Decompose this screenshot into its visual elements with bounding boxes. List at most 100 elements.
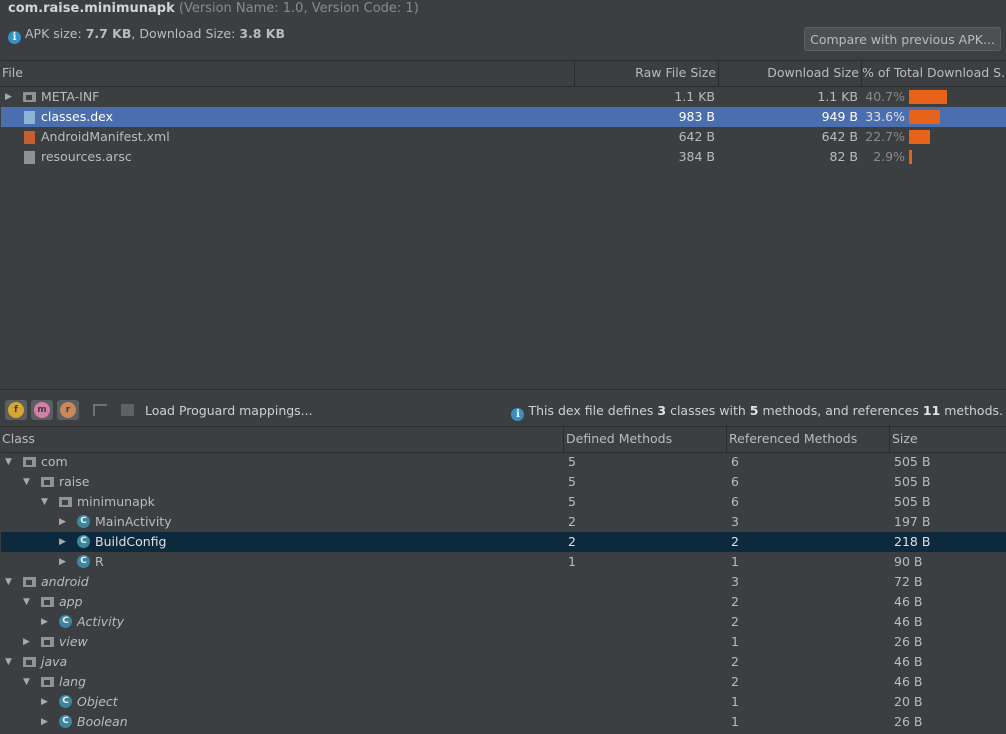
expand-arrow-icon[interactable]: ▶: [59, 512, 66, 532]
class-row[interactable]: ▼ com 5 6 505 B: [1, 452, 1006, 472]
download-size: 82 B: [829, 149, 858, 164]
show-methods-toggle[interactable]: m: [31, 400, 53, 420]
percent-value: 2.9%: [873, 149, 905, 164]
package-name: com.raise.minimunapk: [8, 1, 175, 16]
class-row[interactable]: ▼ raise 5 6 505 B: [1, 472, 1006, 492]
deobfuscate-icon[interactable]: [121, 404, 134, 416]
apk-size-value: 7.7 KB: [85, 26, 132, 41]
column-class[interactable]: Class: [1, 427, 564, 452]
class-row[interactable]: ▼ minimunapk 5 6 505 B: [1, 492, 1006, 512]
referenced-methods: 2: [731, 674, 739, 689]
class-name: MainActivity: [95, 514, 172, 529]
class-size: 26 B: [894, 634, 923, 649]
expand-arrow-icon[interactable]: ▶: [59, 552, 66, 572]
file-row[interactable]: classes.dex 983 B 949 B 33.6%: [1, 107, 1006, 127]
show-fields-toggle[interactable]: f: [5, 400, 27, 420]
defined-methods: 2: [568, 534, 576, 549]
classes-count: 3: [657, 403, 667, 418]
defined-methods: 1: [568, 554, 576, 569]
raw-file-size: 1.1 KB: [674, 89, 715, 104]
collapse-arrow-icon[interactable]: ▼: [5, 572, 12, 592]
percent-bar: [909, 130, 930, 144]
package-icon: [59, 497, 72, 507]
column-raw-size[interactable]: Raw File Size: [575, 61, 719, 86]
column-download-size[interactable]: Download Size: [719, 61, 862, 86]
collapse-arrow-icon[interactable]: ▼: [23, 672, 30, 692]
expand-arrow-icon[interactable]: ▶: [41, 712, 48, 732]
referenced-methods: 3: [731, 514, 739, 529]
file-row[interactable]: resources.arsc 384 B 82 B 2.9%: [1, 147, 1006, 167]
unknown-file-icon: [24, 151, 35, 164]
expand-arrow-icon[interactable]: ▶: [5, 87, 12, 107]
class-row[interactable]: ▶ C Boolean 1 26 B: [1, 712, 1006, 732]
column-percent-download[interactable]: % of Total Download S...: [862, 61, 1006, 86]
expand-arrow-icon[interactable]: ▶: [59, 532, 66, 552]
percent-bar: [909, 110, 940, 124]
download-size: 949 B: [821, 109, 858, 124]
class-row[interactable]: ▶ C BuildConfig 2 2 218 B: [1, 532, 1006, 552]
show-referenced-toggle[interactable]: r: [57, 400, 79, 420]
class-size: 46 B: [894, 674, 923, 689]
expand-arrow-icon[interactable]: ▶: [41, 692, 48, 712]
apk-title: com.raise.minimunapk (Version Name: 1.0,…: [8, 1, 419, 16]
info-icon: i: [8, 31, 21, 44]
file-row[interactable]: AndroidManifest.xml 642 B 642 B 22.7%: [1, 127, 1006, 147]
class-row[interactable]: ▶ C Activity 2 46 B: [1, 612, 1006, 632]
referenced-icon: r: [60, 402, 76, 418]
class-size: 90 B: [894, 554, 923, 569]
collapse-arrow-icon[interactable]: ▼: [5, 452, 12, 472]
collapse-arrow-icon[interactable]: ▼: [23, 472, 30, 492]
column-referenced-methods[interactable]: Referenced Methods: [727, 427, 890, 452]
raw-file-size: 384 B: [678, 149, 715, 164]
column-size[interactable]: Size: [890, 427, 1006, 452]
file-name: resources.arsc: [41, 149, 132, 164]
referenced-methods: 1: [731, 714, 739, 729]
show-removed-nodes-icon[interactable]: [93, 404, 107, 416]
class-name: minimunapk: [77, 494, 155, 509]
class-row[interactable]: ▶ C MainActivity 2 3 197 B: [1, 512, 1006, 532]
percent-value: 22.7%: [865, 129, 905, 144]
class-row[interactable]: ▼ lang 2 46 B: [1, 672, 1006, 692]
defined-methods: 5: [568, 454, 576, 469]
class-size: 505 B: [894, 494, 931, 509]
class-size: 46 B: [894, 654, 923, 669]
referenced-methods: 2: [731, 534, 739, 549]
class-name: java: [41, 654, 68, 669]
column-defined-methods[interactable]: Defined Methods: [564, 427, 727, 452]
package-icon: [41, 477, 54, 487]
referenced-methods: 1: [731, 554, 739, 569]
class-row[interactable]: ▶ C Object 1 20 B: [1, 692, 1006, 712]
referenced-methods: 3: [731, 574, 739, 589]
file-row[interactable]: ▶ META-INF 1.1 KB 1.1 KB 40.7%: [1, 87, 1006, 107]
class-row[interactable]: ▶ C R 1 1 90 B: [1, 552, 1006, 572]
package-icon: [41, 637, 54, 647]
class-icon: C: [77, 515, 90, 528]
info-icon: i: [511, 408, 525, 421]
class-size: 26 B: [894, 714, 923, 729]
column-file[interactable]: File: [1, 61, 575, 86]
load-proguard-button[interactable]: Load Proguard mappings...: [145, 403, 313, 418]
expand-arrow-icon[interactable]: ▶: [23, 632, 30, 652]
class-row[interactable]: ▼ android 3 72 B: [1, 572, 1006, 592]
expand-arrow-icon[interactable]: ▶: [41, 612, 48, 632]
raw-file-size: 642 B: [678, 129, 715, 144]
percent-value: 40.7%: [865, 89, 905, 104]
class-row[interactable]: ▼ java 2 46 B: [1, 652, 1006, 672]
class-row[interactable]: ▼ app 2 46 B: [1, 592, 1006, 612]
collapse-arrow-icon[interactable]: ▼: [41, 492, 48, 512]
dex-summary-text: classes with: [666, 403, 750, 418]
percent-value: 33.6%: [865, 109, 905, 124]
apk-size-info: i APK size: 7.7 KB, Download Size: 3.8 KB: [8, 26, 285, 44]
package-icon: [23, 577, 36, 587]
class-size: 218 B: [894, 534, 931, 549]
class-size: 505 B: [894, 454, 931, 469]
class-row[interactable]: ▶ view 1 26 B: [1, 632, 1006, 652]
file-name: classes.dex: [41, 109, 114, 124]
files-table: File Raw File Size Download Size % of To…: [1, 60, 1006, 390]
collapse-arrow-icon[interactable]: ▼: [5, 652, 12, 672]
package-icon: [41, 677, 54, 687]
defined-methods: 5: [568, 494, 576, 509]
collapse-arrow-icon[interactable]: ▼: [23, 592, 30, 612]
referenced-methods: 2: [731, 654, 739, 669]
compare-apk-button[interactable]: Compare with previous APK...: [804, 27, 1001, 51]
